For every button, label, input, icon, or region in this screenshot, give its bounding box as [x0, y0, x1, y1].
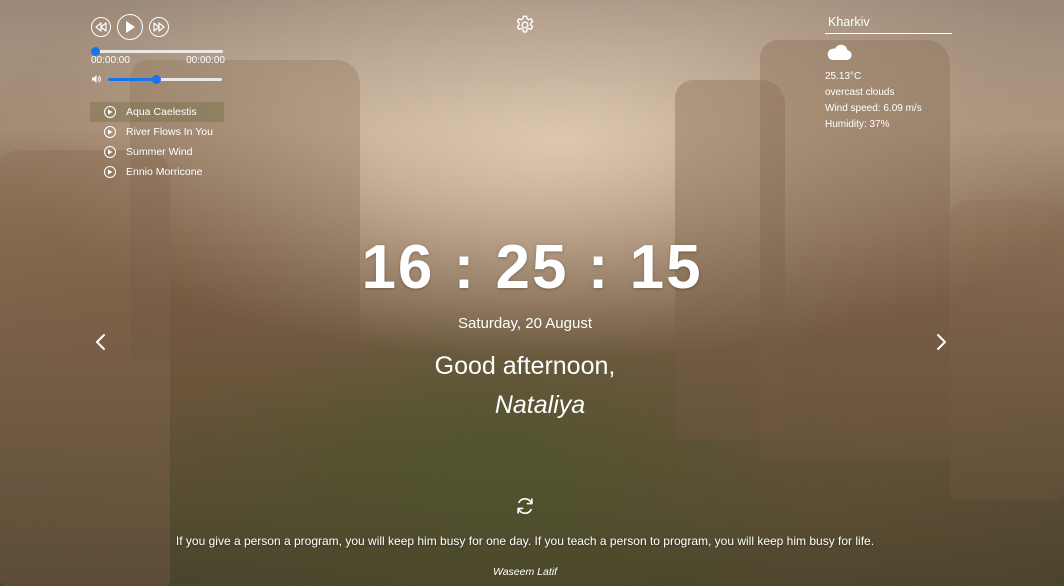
- play-button[interactable]: [117, 14, 143, 40]
- rewind-icon: [95, 22, 107, 32]
- next-background-button[interactable]: [934, 332, 948, 352]
- city-input[interactable]: Kharkiv: [825, 15, 952, 34]
- playlist-item-label: Aqua Caelestis: [126, 106, 197, 118]
- previous-track-button[interactable]: [91, 17, 111, 37]
- next-track-button[interactable]: [149, 17, 169, 37]
- play-icon: [104, 106, 116, 118]
- track-times: 00:00:00 00:00:00: [91, 55, 225, 66]
- cloud-icon: [827, 44, 852, 60]
- play-icon: [104, 166, 116, 178]
- track-progress-knob[interactable]: [91, 47, 100, 56]
- volume-knob[interactable]: [152, 74, 161, 84]
- playlist-item[interactable]: River Flows In You: [90, 122, 231, 142]
- previous-background-button[interactable]: [94, 332, 108, 352]
- weather-humidity: Humidity: 37%: [825, 119, 890, 130]
- quote-author: Waseem Latif: [493, 566, 557, 578]
- clock-separator: :: [434, 233, 496, 302]
- volume-control: [91, 74, 231, 84]
- chevron-left-icon: [96, 334, 105, 350]
- play-icon: [104, 126, 116, 138]
- chevron-right-icon: [937, 334, 946, 350]
- playlist-item[interactable]: Summer Wind: [90, 142, 231, 162]
- volume-fill: [108, 77, 156, 81]
- current-time: 00:00:00: [91, 55, 130, 66]
- clock-hours: 16: [361, 233, 435, 302]
- volume-slider[interactable]: [108, 74, 222, 84]
- volume-icon[interactable]: [91, 74, 102, 84]
- momentum-page: { "player": { "time_current": "00:00:00"…: [0, 0, 1064, 586]
- gear-icon: [516, 15, 534, 33]
- clock-minutes: 25: [495, 233, 569, 302]
- settings-button[interactable]: [514, 14, 536, 36]
- clock: 16 : 25 : 15: [0, 232, 1064, 303]
- audio-player: 00:00:00 00:00:00 Aqua Caelestis River Fl…: [90, 14, 231, 182]
- clock-separator: :: [568, 233, 630, 302]
- quote-text: If you give a person a program, you will…: [175, 534, 875, 548]
- weather-widget: Kharkiv 25.13°C overcast clouds Wind spe…: [825, 15, 953, 131]
- user-name-input[interactable]: Nataliya: [0, 391, 1064, 420]
- refresh-icon: [517, 497, 533, 515]
- total-duration: 00:00:00: [186, 55, 225, 66]
- player-controls: [91, 14, 231, 40]
- playlist-item-label: River Flows In You: [126, 126, 213, 138]
- play-icon: [126, 21, 135, 33]
- weather-temperature: 25.13°C: [825, 71, 862, 82]
- playlist-item-label: Ennio Morricone: [126, 166, 203, 178]
- track-progress-slider[interactable]: [91, 47, 223, 56]
- greeting-text: Good afternoon,: [434, 352, 616, 380]
- play-icon: [104, 146, 116, 158]
- fast-forward-icon: [153, 22, 165, 32]
- weather-description: overcast clouds: [825, 87, 895, 98]
- playlist-item[interactable]: Ennio Morricone: [90, 162, 231, 182]
- playlist-item-label: Summer Wind: [126, 146, 193, 158]
- weather-wind: Wind speed: 6.09 m/s: [825, 103, 922, 114]
- refresh-quote-button[interactable]: [514, 495, 536, 517]
- date: Saturday, 20 August: [458, 315, 592, 332]
- playlist-item[interactable]: Aqua Caelestis: [90, 102, 224, 122]
- playlist: Aqua Caelestis River Flows In You Summer W…: [90, 102, 231, 182]
- clock-seconds: 15: [629, 233, 703, 302]
